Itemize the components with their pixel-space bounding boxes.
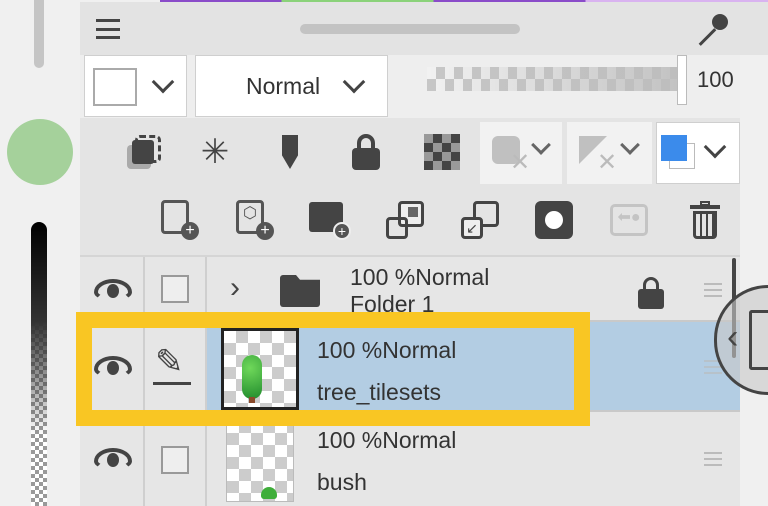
new-raster-layer-icon[interactable]: + xyxy=(158,198,202,242)
opacity-slider[interactable] xyxy=(427,67,677,91)
drag-handle[interactable] xyxy=(300,24,520,34)
delete-icon[interactable] xyxy=(683,198,727,242)
layer-opacity-mode: 100 %Normal xyxy=(317,427,457,453)
layer-color-icon xyxy=(661,135,687,161)
lock-transparency-icon[interactable] xyxy=(420,130,464,174)
lock-icon[interactable] xyxy=(638,277,664,309)
draft-layer-icon[interactable] xyxy=(268,130,312,174)
new-folder-icon[interactable]: + xyxy=(308,198,352,242)
color-box xyxy=(93,68,137,106)
new-vector-layer-icon[interactable]: ⬡ + xyxy=(233,198,277,242)
drag-grip-icon[interactable] xyxy=(704,452,722,466)
expand-chevron-icon[interactable]: › xyxy=(230,271,240,305)
folder-icon xyxy=(280,275,320,307)
eye-icon[interactable] xyxy=(94,448,132,470)
bush-image xyxy=(261,487,277,499)
layer-opacity-mode: 100 %Normal xyxy=(350,264,490,290)
layer-mask-icon[interactable] xyxy=(532,198,576,242)
layer-thumbnail xyxy=(226,420,294,502)
pin-icon[interactable] xyxy=(696,12,736,46)
opacity-gradient-bar[interactable] xyxy=(31,222,47,506)
ruler-disabled-dropdown[interactable]: ✕ xyxy=(567,122,652,184)
layer-color-dropdown[interactable] xyxy=(84,55,187,117)
left-scrollbar[interactable] xyxy=(34,0,44,68)
blend-mode-label: Normal xyxy=(246,73,321,99)
layer-name: bush xyxy=(317,469,367,495)
eye-icon[interactable] xyxy=(94,279,132,301)
highlight-box xyxy=(76,312,590,426)
chevron-down-icon xyxy=(151,70,175,94)
merge-down-icon[interactable]: ↙ xyxy=(458,198,502,242)
layer-clip-icon[interactable] xyxy=(122,130,166,174)
layer-color-dropdown[interactable] xyxy=(656,122,740,184)
chevron-down-icon xyxy=(342,70,366,94)
blend-mode-select[interactable]: Normal xyxy=(195,55,388,117)
transfer-down-icon[interactable] xyxy=(383,198,427,242)
reference-layer-icon[interactable]: ✳ xyxy=(193,130,237,174)
panel-header xyxy=(80,2,768,55)
menu-icon[interactable] xyxy=(96,19,120,39)
opacity-slider-handle[interactable] xyxy=(677,55,687,105)
chevron-left-icon: ‹ xyxy=(727,318,739,356)
layer-checkbox[interactable] xyxy=(161,275,189,303)
layer-checkbox[interactable] xyxy=(161,446,189,474)
lock-icon[interactable] xyxy=(344,130,388,174)
apply-mask-icon[interactable]: ⬅● xyxy=(607,198,651,242)
opacity-value: 100 xyxy=(697,67,734,92)
layer-property-bar: Normal 100 xyxy=(80,55,740,118)
color-swatch[interactable] xyxy=(7,119,73,185)
layer-row-bush[interactable]: 100 %Normal bush xyxy=(80,412,740,506)
mask-disabled-dropdown[interactable]: ✕ xyxy=(480,122,562,184)
drag-grip-icon[interactable] xyxy=(704,283,722,297)
